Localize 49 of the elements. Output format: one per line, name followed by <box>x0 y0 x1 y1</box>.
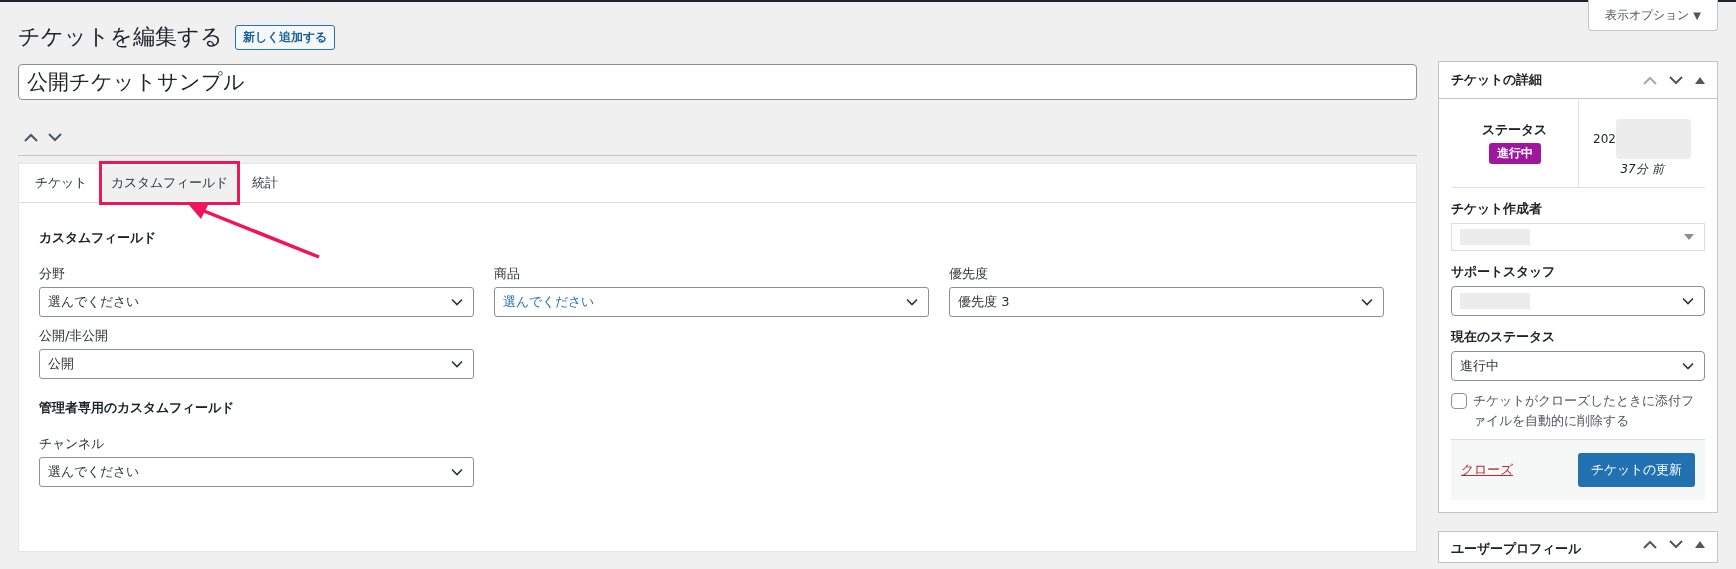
chevron-down-icon <box>1682 297 1694 305</box>
checkbox[interactable] <box>1451 393 1467 409</box>
status-select[interactable]: 進行中 <box>1451 351 1705 381</box>
staff-select[interactable] <box>1451 286 1705 316</box>
chevron-up-icon[interactable] <box>1643 540 1657 549</box>
add-new-button[interactable]: 新しく追加する <box>235 24 335 50</box>
select-field[interactable]: 公開 <box>39 349 474 379</box>
box-title: チケットの詳細 <box>1451 71 1542 89</box>
chevron-down-icon <box>451 468 463 476</box>
tab[interactable]: チケット <box>27 165 95 201</box>
update-button[interactable]: チケットの更新 <box>1578 453 1695 487</box>
collapse-triangle-icon[interactable] <box>1695 541 1705 548</box>
chevron-down-icon[interactable] <box>48 132 62 142</box>
field-label: チャンネル <box>39 435 105 453</box>
chevron-down-icon <box>906 298 918 306</box>
checkbox-label: チケットがクローズしたときに添付ファイルを自動的に削除する <box>1473 392 1695 430</box>
title-field[interactable]: 公開チケットサンプル <box>18 64 1417 100</box>
date-text: 202 <box>1593 132 1616 146</box>
section-heading: 管理者専用のカスタムフィールド <box>39 399 235 417</box>
time-ago: 37分 前 <box>1620 161 1664 178</box>
select-field[interactable]: 選んでください <box>494 287 929 317</box>
status-badge: 進行中 <box>1488 143 1541 164</box>
field-label: 商品 <box>494 265 521 283</box>
chevron-down-icon <box>1682 362 1694 370</box>
tab[interactable]: 統計 <box>244 165 286 201</box>
chevron-down-icon[interactable] <box>1669 75 1683 85</box>
status-label: ステータス <box>1482 121 1547 139</box>
chevron-down-icon[interactable] <box>1669 540 1683 549</box>
close-link[interactable]: クローズ <box>1461 461 1513 479</box>
tab[interactable]: カスタムフィールド <box>103 165 236 201</box>
field-label: チケット作成者 <box>1451 200 1543 218</box>
screen-options-button[interactable]: 表示オプション ▼ <box>1588 0 1718 31</box>
field-label: 分野 <box>39 265 66 283</box>
section-heading: カスタムフィールド <box>39 229 157 247</box>
field-label: 現在のステータス <box>1451 328 1556 346</box>
chevron-down-icon <box>1361 298 1373 306</box>
field-label: 優先度 <box>949 265 989 283</box>
field-label: 公開/非公開 <box>39 327 110 345</box>
field-label: サポートスタッフ <box>1451 263 1556 281</box>
box-title: ユーザープロフィール <box>1451 540 1581 558</box>
page-title: チケットを編集する <box>18 23 223 51</box>
select-field[interactable]: 選んでください <box>39 287 474 317</box>
select-field[interactable]: 優先度 3 <box>949 287 1384 317</box>
chevron-up-icon[interactable] <box>24 132 38 142</box>
chevron-down-icon <box>451 360 463 368</box>
select-field[interactable]: 選んでください <box>39 457 474 487</box>
collapse-triangle-icon[interactable] <box>1695 76 1705 84</box>
dropdown-triangle-icon <box>1684 234 1694 240</box>
chevron-down-icon <box>451 298 463 306</box>
